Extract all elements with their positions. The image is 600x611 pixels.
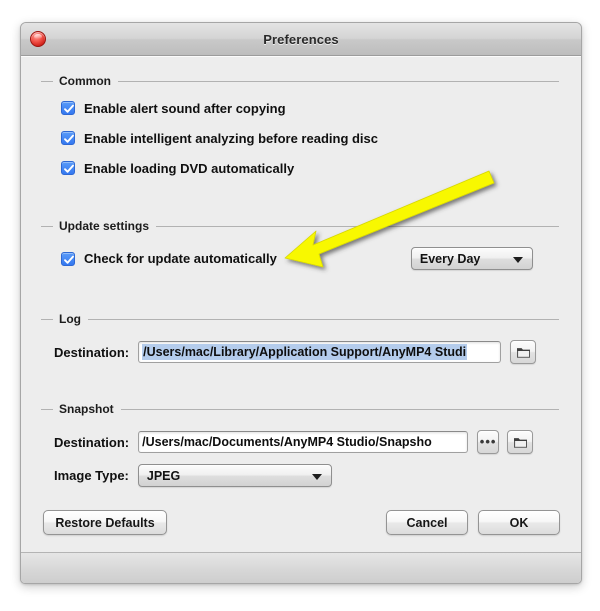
group-common: Common Enable alert sound after copying	[41, 74, 559, 178]
cancel-label: Cancel	[406, 515, 448, 530]
dialog-body: Common Enable alert sound after copying	[21, 56, 581, 552]
divider-right	[118, 80, 559, 82]
divider-right	[88, 318, 559, 320]
checkbox-enable-loading-dvd[interactable]: Enable loading DVD automatically	[61, 158, 559, 178]
checkbox-box[interactable]	[61, 161, 75, 175]
chevron-down-icon	[512, 256, 523, 263]
group-snapshot-header: Snapshot	[41, 402, 559, 416]
divider-left	[41, 225, 53, 227]
checkbox-label: Enable intelligent analyzing before read…	[84, 130, 379, 146]
cancel-button[interactable]: Cancel	[386, 510, 468, 535]
folder-icon	[513, 437, 527, 448]
group-update-settings: Update settings Check for update automat…	[41, 219, 559, 270]
log-destination-label: Destination:	[54, 344, 130, 360]
window-titlebar: Preferences	[21, 23, 581, 56]
window-title: Preferences	[263, 31, 339, 47]
log-destination-input[interactable]: /Users/mac/Library/Application Support/A…	[138, 341, 502, 363]
group-update-title: Update settings	[59, 219, 150, 233]
checkbox-label: Enable loading DVD automatically	[84, 160, 295, 176]
restore-defaults-label: Restore Defaults	[55, 515, 155, 530]
checkbox-check-for-update[interactable]: Check for update automatically	[61, 249, 277, 269]
checkmark-icon	[64, 255, 74, 264]
group-log-header: Log	[41, 312, 559, 326]
log-destination-row: Destination: /Users/mac/Library/Applicat…	[54, 340, 559, 364]
snapshot-image-type-value: JPEG	[146, 468, 181, 483]
snapshot-image-type-row: Image Type: JPEG	[54, 464, 559, 487]
log-browse-button[interactable]	[510, 340, 537, 364]
snapshot-image-type-select[interactable]: JPEG	[137, 464, 332, 487]
snapshot-destination-value: /Users/mac/Documents/AnyMP4 Studio/Snaps…	[142, 435, 432, 449]
folder-icon	[516, 347, 530, 358]
group-snapshot-title: Snapshot	[59, 402, 114, 416]
preferences-window: Preferences Common Enable alert sound af…	[20, 22, 582, 584]
restore-defaults-button[interactable]: Restore Defaults	[43, 510, 167, 535]
update-frequency-value: Every Day	[419, 251, 481, 266]
close-icon[interactable]	[30, 31, 46, 47]
window-footer-bar	[21, 552, 581, 583]
checkmark-icon	[64, 164, 74, 173]
divider-right	[120, 408, 559, 410]
snapshot-destination-label: Destination:	[54, 434, 130, 450]
screenshot-root: Preferences Common Enable alert sound af…	[0, 0, 600, 611]
snapshot-more-button[interactable]: •••	[477, 430, 500, 454]
divider-left	[41, 318, 53, 320]
update-frequency-select[interactable]: Every Day	[410, 247, 533, 270]
snapshot-more-label: •••	[479, 434, 497, 449]
snapshot-browse-button[interactable]	[507, 430, 534, 454]
group-common-header: Common	[41, 74, 559, 88]
checkbox-enable-alert-sound[interactable]: Enable alert sound after copying	[61, 98, 559, 118]
divider-left	[41, 80, 53, 82]
checkbox-enable-intelligent-analyzing[interactable]: Enable intelligent analyzing before read…	[61, 128, 559, 148]
checkbox-box[interactable]	[61, 101, 75, 115]
snapshot-image-type-label: Image Type:	[54, 468, 129, 483]
group-log: Log Destination: /Users/mac/Library/Appl…	[41, 312, 559, 364]
checkmark-icon	[64, 104, 74, 113]
checkbox-box[interactable]	[61, 251, 75, 266]
ok-button[interactable]: OK	[478, 510, 560, 535]
checkbox-label: Check for update automatically	[84, 251, 277, 266]
group-log-title: Log	[59, 312, 81, 326]
checkbox-box[interactable]	[61, 131, 75, 145]
divider-left	[41, 408, 53, 410]
group-snapshot: Snapshot Destination: /Users/mac/Documen…	[41, 402, 559, 487]
group-common-title: Common	[59, 74, 111, 88]
log-destination-value: /Users/mac/Library/Application Support/A…	[142, 344, 468, 360]
ok-label: OK	[509, 515, 529, 530]
divider-right	[156, 225, 559, 227]
snapshot-destination-row: Destination: /Users/mac/Documents/AnyMP4…	[54, 430, 559, 454]
group-update-header: Update settings	[41, 219, 559, 233]
chevron-down-icon	[311, 473, 322, 480]
checkmark-icon	[64, 134, 74, 143]
checkbox-label: Enable alert sound after copying	[84, 100, 286, 116]
snapshot-destination-input[interactable]: /Users/mac/Documents/AnyMP4 Studio/Snaps…	[138, 431, 469, 453]
